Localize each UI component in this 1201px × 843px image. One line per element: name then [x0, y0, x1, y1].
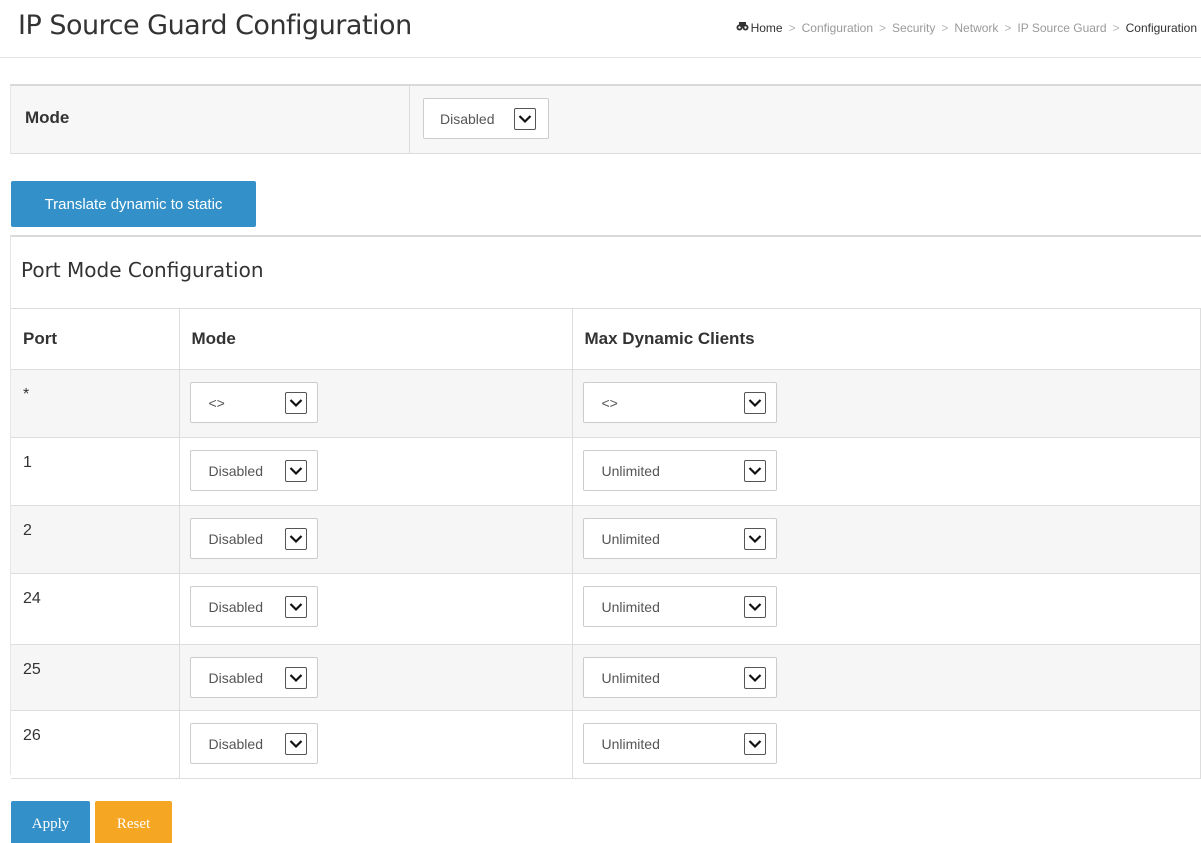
table-row: * <> <> — [11, 369, 1201, 438]
chevron-down-icon — [514, 107, 536, 130]
max-dynamic-clients-cell: Unlimited — [572, 710, 1201, 779]
port-cell: 1 — [11, 437, 180, 506]
page-title: IP Source Guard Configuration — [18, 10, 412, 41]
max-dynamic-clients-cell: Unlimited — [572, 644, 1201, 711]
global-mode-value: Disabled — [440, 110, 495, 127]
chevron-down-icon — [743, 666, 766, 689]
global-mode-select[interactable]: Disabled — [423, 98, 549, 139]
reset-button[interactable]: Reset — [95, 801, 172, 843]
port-cell: 25 — [11, 644, 180, 711]
mode-cell: <> — [179, 369, 573, 438]
breadcrumb-security[interactable]: Security — [892, 21, 935, 35]
breadcrumb-ip-source-guard[interactable]: IP Source Guard — [1017, 21, 1106, 35]
breadcrumb-separator: > — [1004, 21, 1012, 35]
breadcrumb-separator: > — [788, 21, 796, 35]
chevron-down-icon — [284, 391, 307, 414]
breadcrumb-network[interactable]: Network — [954, 21, 998, 35]
column-header-port: Port — [11, 308, 180, 370]
chevron-down-icon — [743, 459, 766, 482]
max-dynamic-clients-select[interactable]: Unlimited — [582, 657, 777, 698]
chevron-down-icon — [743, 732, 766, 755]
breadcrumb-home[interactable]: Home — [751, 21, 783, 35]
port-cell: 26 — [11, 710, 180, 779]
chevron-down-icon — [284, 732, 307, 755]
mode-cell: Disabled — [179, 644, 573, 711]
max-dynamic-clients-value: Unlimited — [601, 530, 660, 547]
max-dynamic-clients-value: Unlimited — [601, 598, 660, 615]
port-mode-select[interactable]: Disabled — [189, 723, 318, 764]
column-header-mode: Mode — [179, 308, 573, 370]
page-header: IP Source Guard Configuration Home > Con… — [0, 0, 1201, 58]
divider — [409, 86, 410, 154]
table-row: 25 Disabled Unlimited — [11, 644, 1201, 711]
global-mode-panel: Mode Disabled — [10, 84, 1201, 154]
mode-cell: Disabled — [179, 437, 573, 506]
breadcrumb-separator: > — [879, 21, 887, 35]
breadcrumb-configuration[interactable]: Configuration — [802, 21, 873, 35]
port-mode-table: Port Mode Max Dynamic Clients * <> <> 1 Disa… — [11, 308, 1201, 779]
port-mode-value: Disabled — [208, 598, 263, 615]
mode-cell: Disabled — [179, 505, 573, 574]
max-dynamic-clients-select[interactable]: Unlimited — [582, 518, 777, 559]
port-mode-select[interactable]: Disabled — [189, 450, 318, 491]
max-dynamic-clients-select[interactable]: Unlimited — [582, 723, 777, 764]
port-mode-select[interactable]: Disabled — [189, 518, 318, 559]
port-cell: 2 — [11, 505, 180, 574]
port-mode-select[interactable]: Disabled — [189, 657, 318, 698]
max-dynamic-clients-cell: <> — [572, 369, 1201, 438]
apply-button[interactable]: Apply — [11, 801, 90, 843]
home-icon — [736, 21, 749, 35]
port-cell: * — [11, 369, 180, 438]
max-dynamic-clients-value: <> — [601, 394, 618, 411]
global-mode-label: Mode — [25, 108, 70, 127]
port-mode-value: Disabled — [208, 462, 263, 479]
chevron-down-icon — [284, 595, 307, 618]
max-dynamic-clients-value: Unlimited — [601, 462, 660, 479]
max-dynamic-clients-cell: Unlimited — [572, 505, 1201, 574]
chevron-down-icon — [743, 527, 766, 550]
max-dynamic-clients-cell: Unlimited — [572, 437, 1201, 506]
port-mode-value: Disabled — [208, 530, 263, 547]
column-header-max-dynamic-clients: Max Dynamic Clients — [572, 308, 1201, 370]
chevron-down-icon — [284, 527, 307, 550]
breadcrumb-separator: > — [941, 21, 949, 35]
port-mode-select[interactable]: Disabled — [189, 586, 318, 627]
max-dynamic-clients-cell: Unlimited — [572, 573, 1201, 645]
table-row: 24 Disabled Unlimited — [11, 573, 1201, 645]
max-dynamic-clients-value: Unlimited — [601, 735, 660, 752]
table-row: 2 Disabled Unlimited — [11, 505, 1201, 574]
translate-dynamic-to-static-button[interactable]: Translate dynamic to static — [11, 181, 256, 227]
table-row: 1 Disabled Unlimited — [11, 437, 1201, 506]
chevron-down-icon — [743, 595, 766, 618]
port-mode-panel: Port Mode Configuration Port Mode Max Dy… — [10, 235, 1201, 779]
form-actions: Apply Reset — [11, 801, 172, 843]
breadcrumb: Home > Configuration > Security > Networ… — [736, 21, 1197, 35]
port-mode-value: <> — [208, 394, 225, 411]
table-row: 26 Disabled Unlimited — [11, 710, 1201, 779]
max-dynamic-clients-select[interactable]: Unlimited — [582, 450, 777, 491]
max-dynamic-clients-value: Unlimited — [601, 669, 660, 686]
breadcrumb-separator: > — [1112, 21, 1120, 35]
breadcrumb-current: Configuration — [1125, 21, 1197, 35]
port-mode-value: Disabled — [208, 735, 263, 752]
port-mode-panel-title: Port Mode Configuration — [21, 258, 264, 282]
port-mode-select[interactable]: <> — [189, 382, 318, 423]
chevron-down-icon — [743, 391, 766, 414]
port-cell: 24 — [11, 573, 180, 645]
chevron-down-icon — [284, 666, 307, 689]
mode-cell: Disabled — [179, 573, 573, 645]
chevron-down-icon — [284, 459, 307, 482]
max-dynamic-clients-select[interactable]: <> — [582, 382, 777, 423]
max-dynamic-clients-select[interactable]: Unlimited — [582, 586, 777, 627]
mode-cell: Disabled — [179, 710, 573, 779]
port-mode-value: Disabled — [208, 669, 263, 686]
